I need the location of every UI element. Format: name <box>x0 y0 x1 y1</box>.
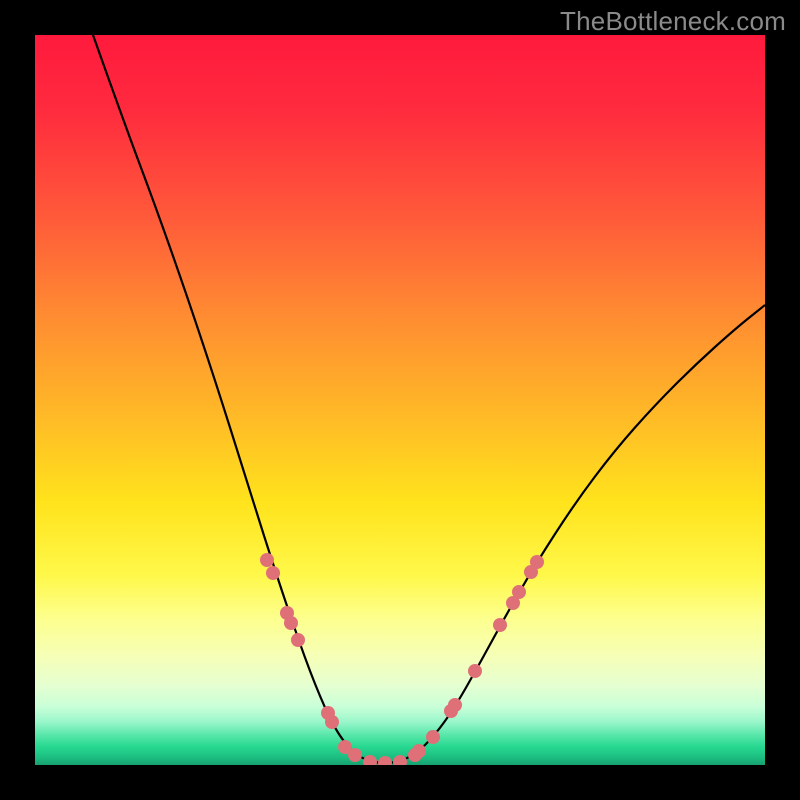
data-dot <box>412 744 426 758</box>
data-dot <box>378 756 392 765</box>
data-dot <box>266 566 280 580</box>
data-dot <box>512 585 526 599</box>
data-dot <box>260 553 274 567</box>
data-dot <box>530 555 544 569</box>
data-dot <box>448 698 462 712</box>
data-dot <box>363 755 377 765</box>
data-dot <box>325 715 339 729</box>
data-dot <box>468 664 482 678</box>
data-dot <box>291 633 305 647</box>
chart-frame: TheBottleneck.com <box>0 0 800 800</box>
data-dot <box>393 755 407 765</box>
watermark-text: TheBottleneck.com <box>560 6 786 37</box>
data-dot <box>493 618 507 632</box>
data-dot <box>284 616 298 630</box>
data-dots <box>260 553 544 765</box>
data-dot <box>348 748 362 762</box>
bottleneck-curve <box>93 35 765 763</box>
data-dot <box>426 730 440 744</box>
plot-area <box>35 35 765 765</box>
chart-svg <box>35 35 765 765</box>
